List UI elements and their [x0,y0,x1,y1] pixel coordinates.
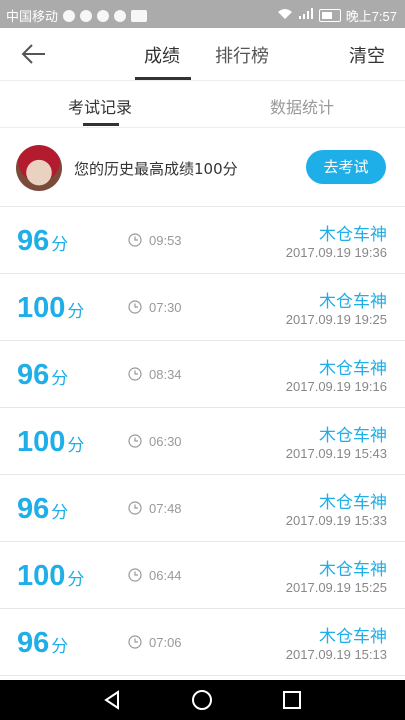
score-number: 100 [17,292,66,324]
clock-icon [128,232,142,247]
clear-button[interactable]: 清空 [349,42,385,68]
subtab-indicator [83,123,119,126]
exam-duration: 06:30 [149,434,182,449]
c-app-icon [97,9,110,22]
bird-app-icon [114,9,127,22]
score-number: 100 [17,426,66,458]
user-name: 木仓车神 [319,560,387,580]
user-name: 木仓车神 [319,225,387,245]
exam-duration: 07:06 [149,635,182,650]
exam-record-list: 96 分 09:53 木仓车神 2017.09.19 19:36 100 分 07:30 木仓车… [0,207,405,676]
status-right: 晚上7:57 [277,6,397,25]
exam-date: 2017.09.19 15:43 [285,446,387,461]
clock-icon [128,500,142,515]
wifi-icon [277,8,293,23]
record-row[interactable]: 100 分 06:30 木仓车神 2017.09.19 15:43 [0,408,405,475]
score-number: 96 [17,627,50,659]
user-name: 木仓车神 [319,359,387,379]
exam-date: 2017.09.19 19:25 [285,312,387,327]
exam-date: 2017.09.19 15:33 [285,513,387,528]
tab-data-stats[interactable]: 数据统计 [270,94,334,118]
back-arrow-icon[interactable] [18,40,50,68]
tab-indicator [135,77,191,80]
score-value: 100 分 [17,426,84,459]
score-value: 100 分 [17,292,84,325]
exam-date: 2017.09.19 15:25 [285,580,387,595]
user-name: 木仓车神 [319,426,387,446]
score-unit: 分 [67,302,85,321]
battery-icon [318,9,341,22]
exam-duration: 08:34 [149,367,182,382]
record-row[interactable]: 100 分 07:30 木仓车神 2017.09.19 19:25 [0,274,405,341]
score-value: 96 分 [17,225,68,258]
vip-app-icon [131,9,148,22]
sub-tabs: 考试记录 数据统计 [0,81,405,128]
clock-icon [128,634,142,649]
exam-date: 2017.09.19 15:13 [285,647,387,662]
clock-icon [128,366,142,381]
score-number: 100 [17,560,66,592]
user-name: 木仓车神 [319,292,387,312]
tab-exam-records[interactable]: 考试记录 [68,94,132,118]
q-app-icon [80,9,93,22]
system-nav-bar [0,680,405,720]
user-name: 木仓车神 [319,627,387,647]
carrier-label: 中国移动 [6,9,59,24]
exam-duration: 06:44 [149,568,182,583]
score-unit: 分 [67,570,85,589]
cloud-icon [63,9,76,22]
exam-duration: 07:30 [149,300,182,315]
score-number: 96 [17,225,50,257]
top-nav: 成绩 排行榜 清空 [0,28,405,81]
record-row[interactable]: 96 分 08:34 木仓车神 2017.09.19 19:16 [0,341,405,408]
exam-date: 2017.09.19 19:16 [285,379,387,394]
nav-back-icon[interactable] [100,688,124,712]
clock-icon [128,299,142,314]
clock-icon [128,567,142,582]
clock-icon [128,433,142,448]
record-row[interactable]: 96 分 09:53 木仓车神 2017.09.19 19:36 [0,207,405,274]
score-unit: 分 [51,637,69,656]
tab-scores[interactable]: 成绩 [144,42,180,68]
clock-time: 晚上7:57 [345,9,397,24]
exam-date: 2017.09.19 19:36 [285,245,387,260]
best-score-text: 您的历史最高成绩100分 [74,160,238,178]
score-value: 100 分 [17,560,84,593]
status-bar: 中国移动 晚上7:57 [0,0,405,28]
score-unit: 分 [51,235,69,254]
score-number: 96 [17,359,50,391]
record-row[interactable]: 96 分 07:06 木仓车神 2017.09.19 15:13 [0,609,405,676]
score-unit: 分 [51,503,69,522]
score-value: 96 分 [17,359,68,392]
score-value: 96 分 [17,493,68,526]
record-row[interactable]: 100 分 06:44 木仓车神 2017.09.19 15:25 [0,542,405,609]
nav-home-icon[interactable] [190,688,214,712]
exam-duration: 09:53 [149,233,182,248]
avatar [16,145,62,191]
best-score-card: 您的历史最高成绩100分 去考试 [0,128,405,207]
score-unit: 分 [51,369,69,388]
score-unit: 分 [67,436,85,455]
score-number: 96 [17,493,50,525]
status-left: 中国移动 [6,6,148,25]
score-value: 96 分 [17,627,68,660]
exam-duration: 07:48 [149,501,182,516]
user-name: 木仓车神 [319,493,387,513]
take-exam-button[interactable]: 去考试 [306,150,386,184]
record-row[interactable]: 96 分 07:48 木仓车神 2017.09.19 15:33 [0,475,405,542]
nav-recent-icon[interactable] [280,688,304,712]
signal-icon [298,8,314,23]
tab-ranking[interactable]: 排行榜 [215,42,269,68]
